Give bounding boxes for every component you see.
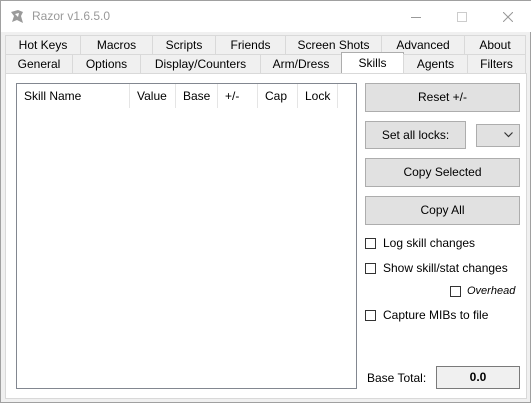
- tab-about[interactable]: About: [464, 35, 526, 54]
- razor-window: Razor v1.6.5.0 Hot Keys Macros Scripts F…: [0, 0, 531, 403]
- log-skill-changes-label: Log skill changes: [383, 236, 476, 250]
- tab-filters[interactable]: Filters: [467, 54, 526, 73]
- copy-selected-button[interactable]: Copy Selected: [365, 158, 520, 187]
- window-title: Razor v1.6.5.0: [32, 9, 111, 23]
- show-skill-stat-changes-label: Show skill/stat changes: [383, 261, 508, 275]
- show-skill-stat-changes-checkbox[interactable]: Show skill/stat changes: [365, 261, 508, 275]
- title-bar: Razor v1.6.5.0: [1, 1, 531, 32]
- razor-app-icon: [11, 10, 23, 23]
- maximize-icon: [457, 11, 467, 22]
- tab-friends[interactable]: Friends: [215, 35, 286, 54]
- capture-mibs-checkbox[interactable]: Capture MIBs to file: [365, 308, 488, 322]
- minimize-icon: [411, 16, 421, 18]
- base-total-value: 0.0: [436, 366, 520, 389]
- tab-agents[interactable]: Agents: [403, 54, 468, 73]
- column-header-value[interactable]: Value: [130, 84, 176, 108]
- tab-hot-keys[interactable]: Hot Keys: [5, 35, 81, 54]
- column-header-skill-name[interactable]: Skill Name: [17, 84, 130, 108]
- column-header-plus-minus[interactable]: +/-: [218, 84, 258, 108]
- set-all-locks-button[interactable]: Set all locks:: [365, 121, 466, 149]
- checkbox-box[interactable]: [365, 237, 376, 249]
- tab-options[interactable]: Options: [72, 54, 141, 73]
- checkbox-box[interactable]: [450, 285, 461, 297]
- tab-general[interactable]: General: [5, 54, 73, 73]
- column-header-base[interactable]: Base: [176, 84, 218, 108]
- checkbox-box[interactable]: [365, 262, 376, 274]
- tab-display-counters[interactable]: Display/Counters: [140, 54, 261, 73]
- skills-list[interactable]: Skill Name Value Base +/- Cap Lock: [16, 83, 357, 389]
- column-header-lock[interactable]: Lock: [298, 84, 338, 108]
- tab-skills[interactable]: Skills: [341, 52, 404, 73]
- reset-plus-minus-button[interactable]: Reset +/-: [365, 83, 520, 112]
- lock-state-dropdown[interactable]: [476, 124, 520, 147]
- close-icon: [503, 11, 513, 22]
- minimize-button[interactable]: [393, 1, 439, 32]
- tab-macros[interactable]: Macros: [80, 35, 153, 54]
- maximize-button[interactable]: [439, 1, 485, 32]
- capture-mibs-label: Capture MIBs to file: [383, 308, 489, 322]
- base-total-label: Base Total:: [367, 371, 427, 385]
- checkbox-box[interactable]: [365, 309, 376, 321]
- log-skill-changes-checkbox[interactable]: Log skill changes: [365, 236, 475, 250]
- chevron-down-icon: [504, 132, 513, 138]
- tab-arm-dress[interactable]: Arm/Dress: [260, 54, 342, 73]
- column-header-cap[interactable]: Cap: [258, 84, 298, 108]
- copy-all-button[interactable]: Copy All: [365, 196, 520, 225]
- overhead-checkbox[interactable]: Overhead: [450, 285, 515, 297]
- overhead-label: Overhead: [467, 285, 516, 297]
- close-button[interactable]: [485, 1, 531, 32]
- tab-scripts[interactable]: Scripts: [152, 35, 216, 54]
